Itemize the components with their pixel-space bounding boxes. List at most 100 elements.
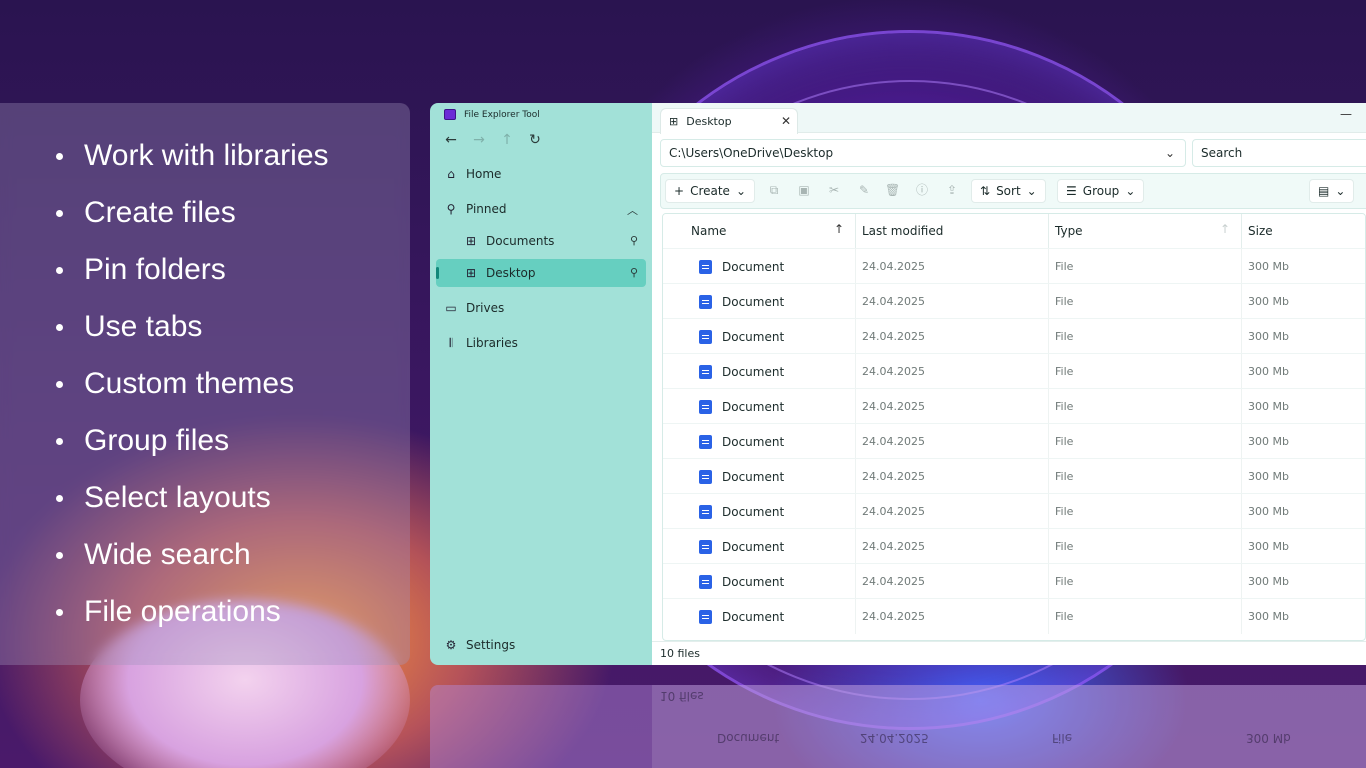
paste-icon[interactable]: ▣ bbox=[797, 183, 811, 197]
table-row[interactable]: Document 24.04.2025 File 300 Mb bbox=[663, 528, 1365, 564]
address-path: C:\Users\OneDrive\Desktop bbox=[669, 146, 834, 160]
cell-modified: 24.04.2025 bbox=[855, 249, 1048, 284]
app-title-bar: File Explorer Tool bbox=[444, 109, 540, 120]
list-icon: ☰ bbox=[1066, 184, 1077, 198]
table-row[interactable]: Document 24.04.2025 File 300 Mb bbox=[663, 598, 1365, 634]
cell-type: File bbox=[1048, 249, 1241, 284]
reflection-doc-size: 300 Mb bbox=[1246, 731, 1291, 745]
cell-name: Document bbox=[663, 354, 855, 389]
column-header-type[interactable]: Type bbox=[1048, 214, 1241, 248]
cell-size: 300 Mb bbox=[1241, 424, 1365, 459]
cell-size: 300 Mb bbox=[1241, 494, 1365, 529]
sidebar: File Explorer Tool ← → ↑ ↻ ⌂ Home ⚲ Pinn… bbox=[430, 103, 652, 665]
feature-list-panel: Work with libraries Create files Pin folde… bbox=[0, 103, 410, 665]
tab-label: Desktop bbox=[686, 115, 732, 128]
sidebar-item-pinned[interactable]: ⚲ Pinned ︿ bbox=[436, 195, 646, 223]
create-button[interactable]: + Create ⌄ bbox=[665, 179, 755, 203]
feature-item: Create files bbox=[56, 196, 410, 253]
sidebar-item-desktop[interactable]: ⊞ Desktop ⚲ bbox=[436, 259, 646, 287]
sidebar-item-label: Drives bbox=[466, 301, 505, 315]
table-row[interactable]: Document 24.04.2025 File 300 Mb bbox=[663, 318, 1365, 354]
feature-item: Group files bbox=[56, 424, 410, 481]
layout-button[interactable]: ▤ ⌄ bbox=[1309, 179, 1355, 203]
delete-icon[interactable]: 🗑 bbox=[885, 183, 900, 197]
table-row[interactable]: Document 24.04.2025 File 300 Mb bbox=[663, 353, 1365, 389]
sidebar-item-label: Pinned bbox=[466, 202, 507, 216]
status-bar: 10 files bbox=[652, 641, 1366, 665]
cell-type: File bbox=[1048, 599, 1241, 634]
chevron-down-icon: ⌄ bbox=[1335, 184, 1346, 198]
file-name: Document bbox=[722, 329, 785, 344]
column-header-size[interactable]: Size bbox=[1241, 214, 1365, 248]
sidebar-item-drives[interactable]: ▭ Drives bbox=[436, 294, 646, 322]
reflection-doc-name: Document bbox=[717, 731, 780, 745]
pin-icon: ⚲ bbox=[446, 202, 456, 216]
group-button[interactable]: ☰ Group ⌄ bbox=[1057, 179, 1145, 203]
chevron-up-icon[interactable]: ︿ bbox=[627, 202, 638, 218]
table-row[interactable]: Document 24.04.2025 File 300 Mb bbox=[663, 388, 1365, 424]
sort-icon[interactable]: ↑ bbox=[1220, 222, 1230, 236]
refresh-icon[interactable]: ↻ bbox=[528, 132, 542, 148]
arrow-up-icon[interactable]: ↑ bbox=[500, 132, 514, 148]
arrow-right-icon[interactable]: → bbox=[472, 132, 486, 148]
tab-strip: ⊞ Desktop ✕ — bbox=[652, 103, 1366, 134]
sidebar-item-home[interactable]: ⌂ Home bbox=[436, 160, 646, 188]
app-window: File Explorer Tool ← → ↑ ↻ ⌂ Home ⚲ Pinn… bbox=[430, 103, 1366, 665]
table-row[interactable]: Document 24.04.2025 File 300 Mb bbox=[663, 458, 1365, 494]
sidebar-item-documents[interactable]: ⊞ Documents ⚲ bbox=[436, 227, 646, 255]
search-input[interactable]: Search bbox=[1192, 139, 1366, 167]
sort-ascending-icon[interactable]: ↑ bbox=[834, 222, 844, 236]
cell-size: 300 Mb bbox=[1241, 319, 1365, 354]
feature-label: Work with libraries bbox=[84, 139, 329, 172]
table-row[interactable]: Document 24.04.2025 File 300 Mb bbox=[663, 423, 1365, 459]
sort-button[interactable]: ⇅ Sort ⌄ bbox=[971, 179, 1046, 203]
document-icon bbox=[699, 434, 712, 449]
close-icon[interactable]: ✕ bbox=[781, 114, 791, 128]
file-name: Document bbox=[722, 609, 785, 624]
document-icon bbox=[699, 504, 712, 519]
cell-type: File bbox=[1048, 354, 1241, 389]
feature-item: Select layouts bbox=[56, 481, 410, 538]
sidebar-item-libraries[interactable]: 𝄃 Libraries bbox=[436, 329, 646, 357]
cut-icon[interactable]: ✂ bbox=[827, 183, 841, 197]
chevron-down-icon[interactable]: ⌄ bbox=[1165, 146, 1175, 160]
table-row[interactable]: Document 24.04.2025 File 300 Mb bbox=[663, 283, 1365, 319]
file-name: Document bbox=[722, 539, 785, 554]
sidebar-item-settings[interactable]: ⚙ Settings bbox=[436, 631, 646, 659]
sidebar-item-label: Desktop bbox=[486, 266, 536, 280]
file-name: Document bbox=[722, 364, 785, 379]
cell-size: 300 Mb bbox=[1241, 564, 1365, 599]
arrow-left-icon[interactable]: ← bbox=[444, 132, 458, 148]
bullet-icon bbox=[56, 552, 63, 559]
cell-modified: 24.04.2025 bbox=[855, 459, 1048, 494]
cell-name: Document bbox=[663, 284, 855, 319]
cell-modified: 24.04.2025 bbox=[855, 529, 1048, 564]
sidebar-item-label: Documents bbox=[486, 234, 555, 248]
copy-icon[interactable]: ⧉ bbox=[767, 183, 781, 197]
pin-icon[interactable]: ⚲ bbox=[630, 234, 638, 247]
cell-name: Document bbox=[663, 459, 855, 494]
cell-type: File bbox=[1048, 494, 1241, 529]
grid-icon: ⊞ bbox=[669, 115, 679, 128]
share-icon[interactable]: ⇪ bbox=[945, 183, 959, 197]
library-icon: 𝄃 bbox=[449, 336, 453, 350]
column-header-modified[interactable]: Last modified bbox=[855, 214, 1048, 248]
table-row[interactable]: Document 24.04.2025 File 300 Mb bbox=[663, 563, 1365, 599]
address-bar[interactable]: C:\Users\OneDrive\Desktop ⌄ bbox=[660, 139, 1186, 167]
bullet-icon bbox=[56, 153, 63, 160]
table-row[interactable]: Document 24.04.2025 File 300 Mb bbox=[663, 248, 1365, 284]
rename-icon[interactable]: ✎ bbox=[857, 183, 871, 197]
cell-modified: 24.04.2025 bbox=[855, 599, 1048, 634]
tab-desktop[interactable]: ⊞ Desktop ✕ bbox=[660, 108, 798, 134]
column-header-name[interactable]: Name bbox=[685, 214, 855, 248]
bullet-icon bbox=[56, 267, 63, 274]
cell-modified: 24.04.2025 bbox=[855, 319, 1048, 354]
pin-icon[interactable]: ⚲ bbox=[630, 266, 638, 279]
minimize-icon[interactable]: — bbox=[1340, 107, 1352, 121]
info-icon[interactable]: ⓘ bbox=[915, 183, 929, 197]
reflection-doc-date: 24.04.2025 bbox=[860, 731, 929, 745]
file-name: Document bbox=[722, 504, 785, 519]
table-row[interactable]: Document 24.04.2025 File 300 Mb bbox=[663, 493, 1365, 529]
header-label: Name bbox=[691, 224, 727, 238]
cell-name: Document bbox=[663, 389, 855, 424]
